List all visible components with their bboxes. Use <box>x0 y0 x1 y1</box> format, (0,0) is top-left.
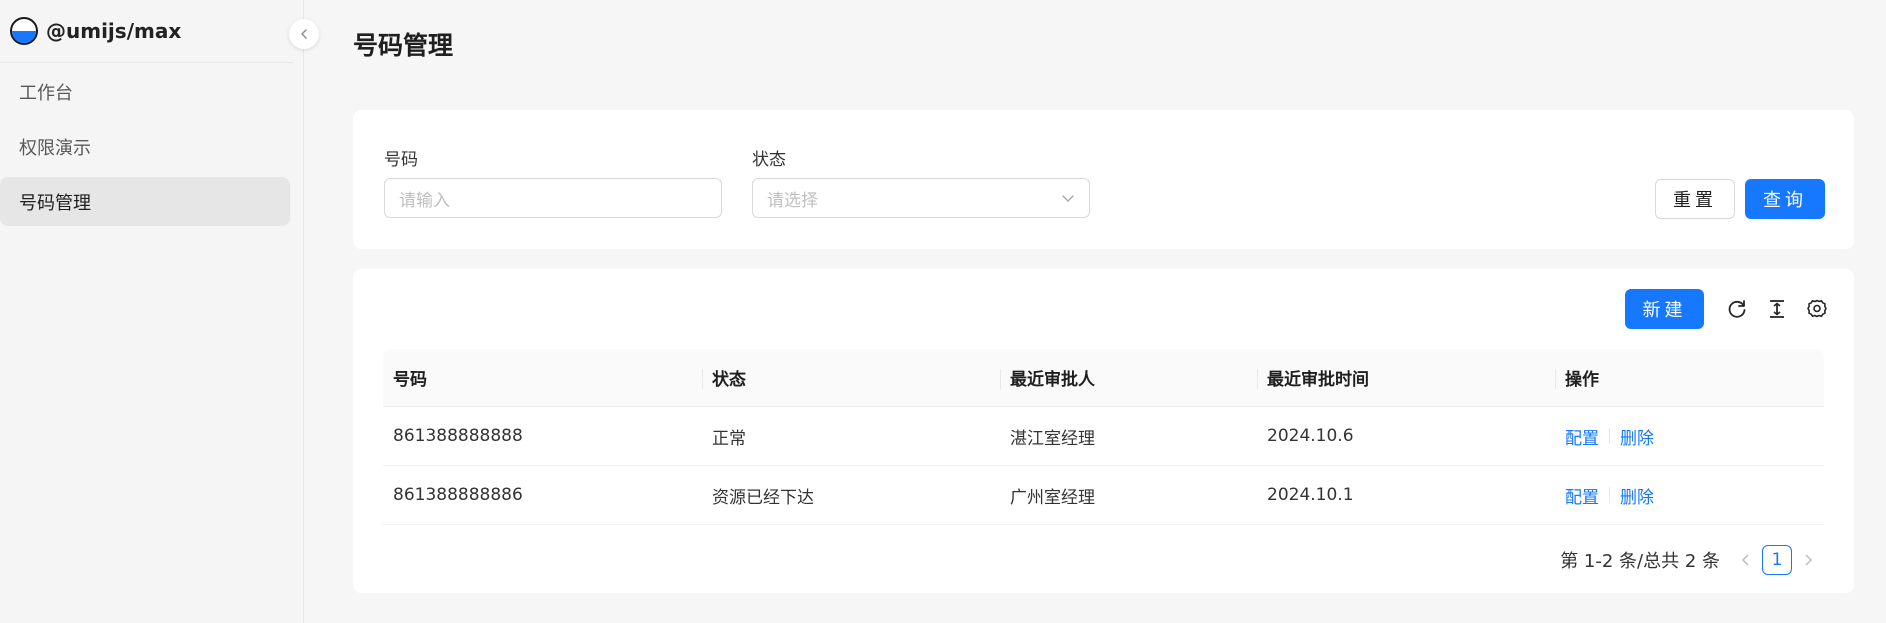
status-field-label: 状态 <box>752 150 786 170</box>
cell-approval-time: 2024.10.6 <box>1267 426 1354 446</box>
chevron-left-icon <box>301 29 307 39</box>
page-1-button[interactable]: 1 <box>1762 545 1792 575</box>
sidebar-item-permission-demo[interactable]: 权限演示 <box>0 122 290 171</box>
column-divider <box>1257 369 1258 389</box>
cell-approver: 广州室经理 <box>1010 487 1095 508</box>
column-header-status: 状态 <box>712 370 746 390</box>
query-button[interactable]: 查询 <box>1745 179 1825 219</box>
reset-button-label: 重置 <box>1673 190 1717 211</box>
next-page-button[interactable] <box>1798 550 1818 571</box>
sidebar: @umijs/max 工作台 权限演示 号码管理 <box>0 0 304 623</box>
cell-actions: 配置 删除 <box>1565 466 1654 524</box>
table-card: 新建 号码 状态 最近审批人 最近审批时间 操作 861388888888 正常… <box>353 269 1854 593</box>
table-row: 861388888886 资源已经下达 广州室经理 2024.10.1 配置 删… <box>383 466 1824 525</box>
column-header-actions: 操作 <box>1565 370 1599 390</box>
page-title: 号码管理 <box>353 31 454 60</box>
cell-approval-time: 2024.10.1 <box>1267 485 1354 505</box>
cell-status: 正常 <box>712 428 746 449</box>
settings-icon[interactable] <box>1805 297 1829 321</box>
cell-approver: 湛江室经理 <box>1010 428 1095 449</box>
table-header: 号码 状态 最近审批人 最近审批时间 操作 <box>383 349 1824 407</box>
brand-title: @umijs/max <box>46 19 182 43</box>
reset-button[interactable]: 重置 <box>1655 179 1735 219</box>
column-header-number: 号码 <box>393 370 427 390</box>
umi-logo-icon <box>10 17 38 45</box>
number-input-placeholder: 请输入 <box>399 190 450 211</box>
action-divider <box>1609 487 1610 503</box>
chevron-left-icon <box>1741 553 1749 566</box>
action-divider <box>1609 428 1610 444</box>
sidebar-item-number-management[interactable]: 号码管理 <box>0 177 290 226</box>
new-button-label: 新建 <box>1642 300 1687 321</box>
column-header-approver: 最近审批人 <box>1010 370 1095 390</box>
sidebar-item-label: 权限演示 <box>19 137 91 159</box>
config-link[interactable]: 配置 <box>1565 424 1599 449</box>
sidebar-collapse-button[interactable] <box>289 19 319 49</box>
config-link[interactable]: 配置 <box>1565 483 1599 508</box>
sidebar-item-label: 工作台 <box>19 82 73 104</box>
number-input[interactable]: 请输入 <box>384 178 722 218</box>
new-button[interactable]: 新建 <box>1625 289 1704 329</box>
pagination: 第 1-2 条/总共 2 条 1 <box>1560 545 1824 575</box>
data-table: 号码 状态 最近审批人 最近审批时间 操作 861388888888 正常 湛江… <box>383 349 1824 525</box>
table-row: 861388888888 正常 湛江室经理 2024.10.6 配置 删除 <box>383 407 1824 466</box>
pagination-summary: 第 1-2 条/总共 2 条 <box>1560 551 1720 572</box>
column-divider <box>1000 369 1001 389</box>
chevron-down-icon <box>1062 195 1074 202</box>
density-icon[interactable] <box>1765 297 1789 321</box>
column-divider <box>1555 369 1556 389</box>
cell-number: 861388888888 <box>393 426 523 446</box>
column-header-approval-time: 最近审批时间 <box>1267 370 1369 390</box>
sidebar-item-label: 号码管理 <box>19 192 91 214</box>
status-select-placeholder: 请选择 <box>767 190 818 211</box>
sidebar-item-workbench[interactable]: 工作台 <box>0 67 290 116</box>
status-select[interactable]: 请选择 <box>752 178 1090 218</box>
app-root: @umijs/max 工作台 权限演示 号码管理 号码管理 号码 请输入 状态 … <box>0 0 1886 623</box>
number-field-label: 号码 <box>384 150 418 170</box>
cell-status: 资源已经下达 <box>712 487 814 508</box>
chevron-right-icon <box>1805 553 1813 566</box>
column-divider <box>702 369 703 389</box>
delete-link[interactable]: 删除 <box>1620 483 1654 508</box>
sidebar-menu: 工作台 权限演示 号码管理 <box>0 67 290 232</box>
reload-icon[interactable] <box>1725 297 1749 321</box>
delete-link[interactable]: 删除 <box>1620 424 1654 449</box>
query-button-label: 查询 <box>1763 190 1807 211</box>
brand[interactable]: @umijs/max <box>0 0 293 63</box>
search-form: 号码 请输入 状态 请选择 重置 查询 <box>353 110 1854 249</box>
cell-actions: 配置 删除 <box>1565 407 1654 465</box>
cell-number: 861388888886 <box>393 485 523 505</box>
prev-page-button[interactable] <box>1736 550 1756 571</box>
